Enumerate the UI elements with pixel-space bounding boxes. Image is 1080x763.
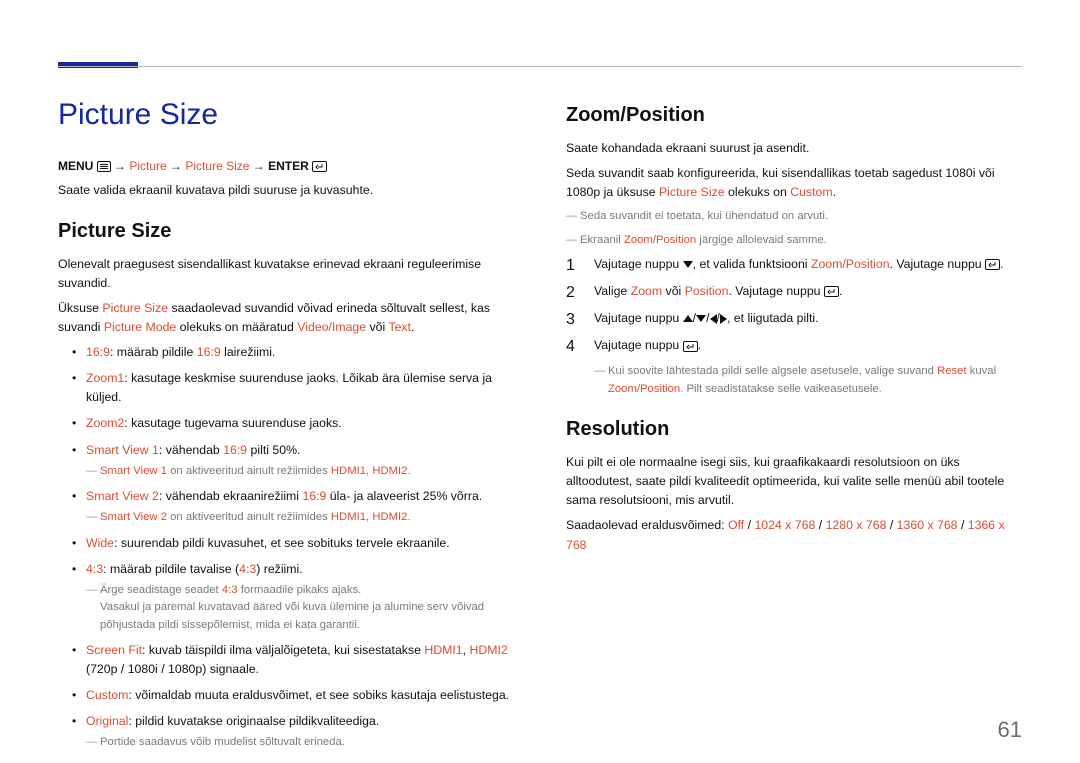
menu-path: MENU → Picture → Picture Size → ENTER <box>58 157 514 176</box>
resolution-options: Saadaolevad eraldusvõimed: Off / 1024 x … <box>566 516 1022 554</box>
list-item: Zoom2: kasutage tugevama suurenduse jaok… <box>72 414 514 433</box>
list-item: Screen Fit: kuvab täispildi ilma väljalõ… <box>72 641 514 679</box>
para-mode-dependency: Üksuse Picture Size saadaolevad suvandid… <box>58 299 514 337</box>
note-reset: Kui soovite lähtestada pildi selle algse… <box>566 363 1022 398</box>
left-arrow-icon <box>710 314 717 324</box>
enter-icon <box>824 286 839 297</box>
step-1: Vajutage nuppu , et valida funktsiooni Z… <box>566 255 1022 274</box>
subheading-zoom-position: Zoom/Position <box>566 100 1022 131</box>
note-computer: Seda suvandit ei toetata, kui ühendatud … <box>566 208 1022 226</box>
enter-icon <box>683 341 698 352</box>
list-item: Smart View 1: vähendab 16:9 pilti 50%. S… <box>72 441 514 481</box>
page-number: 61 <box>998 713 1022 747</box>
left-column: Picture Size MENU → Picture → Picture Si… <box>58 92 514 723</box>
note-ports: Portide saadavus võib mudelist sõltuvalt… <box>86 734 514 752</box>
menu-icon <box>97 161 111 172</box>
menu-label: MENU <box>58 159 93 173</box>
list-item: Wide: suurendab pildi kuvasuhet, et see … <box>72 534 514 553</box>
enter-label: ENTER <box>268 159 309 173</box>
header-accent <box>58 62 138 68</box>
enter-icon <box>312 161 327 172</box>
right-column: Zoom/Position Saate kohandada ekraani su… <box>566 92 1022 723</box>
header-divider <box>58 66 1022 67</box>
down-arrow-icon <box>696 315 706 322</box>
list-item: Smart View 2: vähendab ekraanirežiimi 16… <box>72 487 514 527</box>
subheading-picture-size: Picture Size <box>58 216 514 247</box>
list-item: Zoom1: kasutage keskmise suurenduse jaok… <box>72 369 514 407</box>
picture-size-options: 16:9: määrab pildile 16:9 lairežiimi. Zo… <box>58 343 514 752</box>
intro-text: Saate valida ekraanil kuvatava pildi suu… <box>58 181 514 200</box>
zoom-condition: Seda suvandit saab konfigureerida, kui s… <box>566 164 1022 202</box>
menu-path-picture: Picture <box>129 159 166 173</box>
note-follow-steps: Ekraanil Zoom/Position järgige allolevai… <box>566 232 1022 250</box>
list-item: 16:9: määrab pildile 16:9 lairežiimi. <box>72 343 514 362</box>
list-item: Original: pildid kuvatakse originaalse p… <box>72 712 514 752</box>
zoom-intro: Saate kohandada ekraani suurust ja asend… <box>566 139 1022 158</box>
right-arrow-icon <box>720 314 727 324</box>
page-title: Picture Size <box>58 92 514 139</box>
steps-list: Vajutage nuppu , et valida funktsiooni Z… <box>566 255 1022 355</box>
list-item: 4:3: määrab pildile tavalise (4:3) režii… <box>72 560 514 635</box>
note-43-warning: Ärge seadistage seadet 4:3 formaadile pi… <box>86 582 514 635</box>
up-arrow-icon <box>683 315 693 322</box>
list-item: Custom: võimaldab muuta eraldusvõimet, e… <box>72 686 514 705</box>
resolution-intro: Kui pilt ei ole normaalne isegi siis, ku… <box>566 453 1022 510</box>
para-source-options: Olenevalt praegusest sisendallikast kuva… <box>58 255 514 293</box>
step-3: Vajutage nuppu ///, et liigutada pilti. <box>566 309 1022 328</box>
note-smartview2: Smart View 2 on aktiveeritud ainult reži… <box>86 509 514 527</box>
menu-path-picturesize: Picture Size <box>185 159 249 173</box>
step-4: Vajutage nuppu . <box>566 336 1022 355</box>
page-body: Picture Size MENU → Picture → Picture Si… <box>0 0 1080 763</box>
step-2: Valige Zoom või Position. Vajutage nuppu… <box>566 282 1022 301</box>
down-arrow-icon <box>683 261 693 268</box>
enter-icon <box>985 259 1000 270</box>
subheading-resolution: Resolution <box>566 414 1022 445</box>
note-smartview1: Smart View 1 on aktiveeritud ainult reži… <box>86 463 514 481</box>
